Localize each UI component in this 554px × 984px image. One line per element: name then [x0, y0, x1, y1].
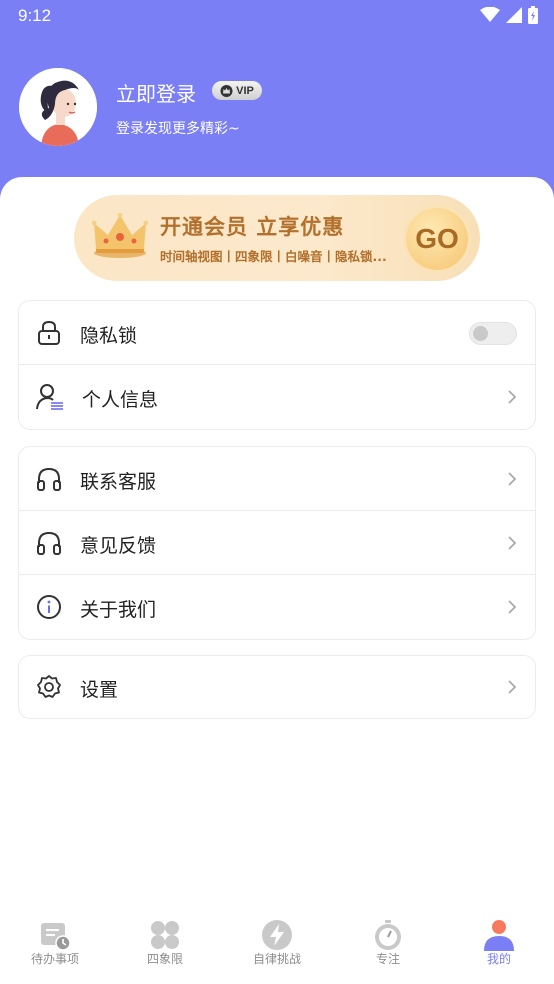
profile-icon: [484, 920, 514, 951]
vip-badge-label: VIP: [236, 84, 254, 97]
wifi-icon: [480, 7, 500, 22]
status-bar: 9:12: [0, 0, 554, 32]
chevron-right-icon: [508, 472, 517, 486]
tab-label: 自律挑战: [252, 952, 301, 966]
row-contact-support[interactable]: 联系客服: [19, 447, 535, 511]
headset-icon: [37, 467, 61, 491]
tab-label: 待办事项: [30, 952, 79, 966]
settings-card-support: 联系客服 意见反馈 关于我们: [18, 446, 536, 640]
login-button[interactable]: 立即登录: [116, 78, 196, 107]
tab-quadrant[interactable]: 四象限: [110, 907, 220, 984]
tab-focus[interactable]: 专注: [333, 907, 443, 984]
row-label: 意见反馈: [80, 535, 157, 557]
tab-label: 四象限: [146, 952, 183, 966]
banner-subtitle: 时间轴视图丨四象限丨白噪音丨隐私锁...: [160, 249, 387, 264]
bottom-tab-bar: 待办事项 四象限 自律挑战 专注 我的: [0, 907, 554, 984]
tab-profile[interactable]: 我的: [444, 907, 554, 984]
avatar[interactable]: [19, 68, 97, 146]
lock-icon: [38, 320, 60, 345]
row-privacy-lock[interactable]: 隐私锁: [19, 301, 535, 365]
row-personal-info[interactable]: 个人信息: [19, 365, 535, 429]
chevron-right-icon: [508, 390, 517, 404]
row-label: 联系客服: [80, 471, 157, 493]
chevron-right-icon: [508, 600, 517, 614]
status-time: 9:12: [18, 6, 52, 25]
crown-badge-icon: [220, 84, 233, 97]
row-label: 设置: [80, 679, 119, 701]
vip-badge: VIP: [212, 81, 262, 100]
chevron-right-icon: [508, 680, 517, 694]
tab-challenge[interactable]: 自律挑战: [222, 907, 332, 984]
tab-label: 专注: [375, 952, 400, 966]
privacy-lock-toggle[interactable]: [469, 322, 517, 345]
crown-icon: [92, 213, 148, 258]
battery-icon: [528, 6, 538, 24]
avatar-illustration: [19, 68, 97, 146]
banner-title: 开通会员 立享优惠: [160, 215, 345, 239]
go-button[interactable]: GO: [406, 208, 468, 270]
settings-card-general: 设置: [18, 655, 536, 719]
headset-icon: [37, 531, 61, 555]
user-info-icon: [36, 384, 63, 410]
chevron-right-icon: [508, 536, 517, 550]
signal-icon: [506, 7, 522, 23]
lightning-icon: [262, 920, 292, 950]
stopwatch-icon: [375, 920, 401, 950]
status-icons: [480, 6, 538, 24]
main-content: 开通会员 立享优惠 时间轴视图丨四象限丨白噪音丨隐私锁... GO 隐私锁 个人…: [0, 177, 554, 907]
gear-icon: [37, 675, 61, 698]
tab-label: 我的: [486, 952, 511, 966]
row-about-us[interactable]: 关于我们: [19, 575, 535, 639]
quadrant-icon: [151, 921, 179, 949]
row-feedback[interactable]: 意见反馈: [19, 511, 535, 575]
vip-promo-banner[interactable]: 开通会员 立享优惠 时间轴视图丨四象限丨白噪音丨隐私锁... GO: [74, 195, 480, 281]
toggle-knob: [473, 326, 488, 341]
login-subtitle: 登录发现更多精彩~: [116, 121, 240, 137]
row-label: 个人信息: [82, 389, 159, 411]
row-settings[interactable]: 设置: [19, 656, 535, 718]
settings-card-privacy: 隐私锁 个人信息: [18, 300, 536, 430]
row-label: 隐私锁: [80, 325, 138, 347]
tab-todo[interactable]: 待办事项: [0, 907, 110, 984]
row-label: 关于我们: [80, 599, 157, 621]
info-icon: [37, 595, 61, 619]
todo-icon: [41, 923, 71, 951]
